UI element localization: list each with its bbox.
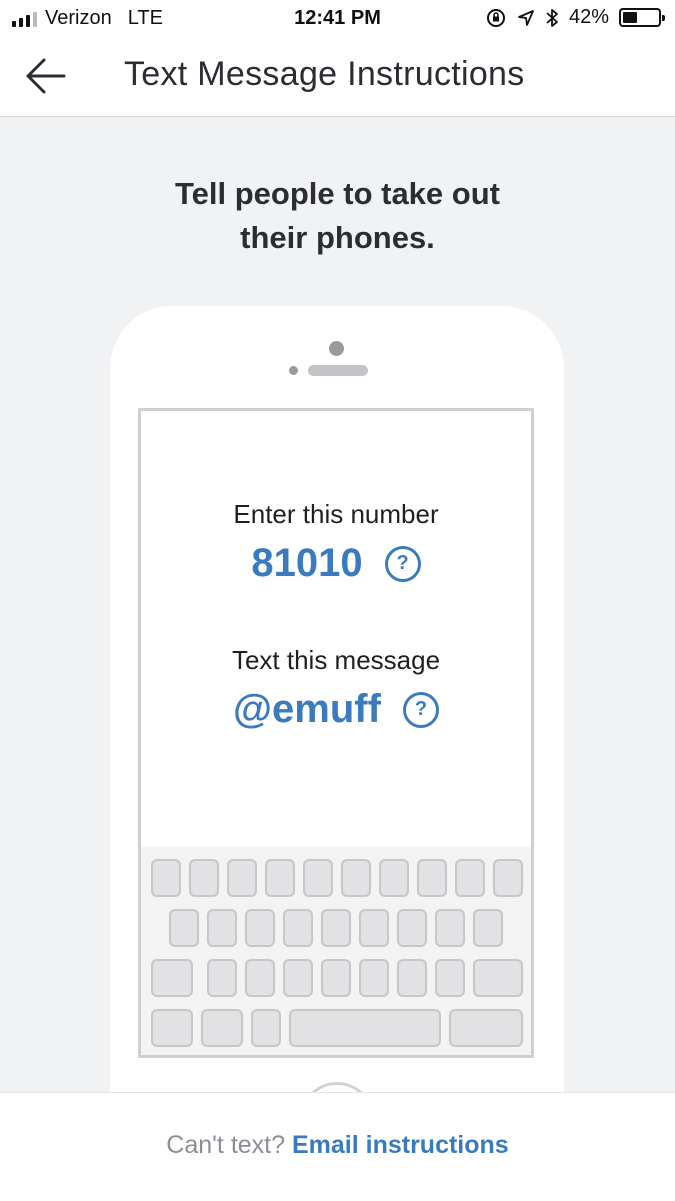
keyboard-key xyxy=(435,909,465,947)
phone-illustration: Enter this number 81010 ? Text this mess… xyxy=(110,306,564,1156)
phone-camera xyxy=(329,341,344,356)
number-label: Enter this number xyxy=(233,499,439,529)
footer-text: Can't text? Email instructions xyxy=(0,1131,675,1160)
keyboard-key xyxy=(473,959,523,997)
nav-header: Text Message Instructions xyxy=(0,38,675,117)
keyboard-key xyxy=(283,909,313,947)
message-row: @emuff ? xyxy=(141,687,531,732)
page-title: Text Message Instructions xyxy=(124,55,525,93)
phone-speaker xyxy=(308,365,368,376)
rotation-lock-icon xyxy=(486,8,505,27)
battery-tip xyxy=(662,15,665,21)
keyboard-key xyxy=(201,1009,243,1047)
keyboard-key xyxy=(455,859,485,897)
keyboard-key xyxy=(435,959,465,997)
battery-fill xyxy=(623,12,638,23)
battery-percent: 42% xyxy=(568,6,609,28)
number-row: 81010 ? xyxy=(141,541,531,586)
keyboard-key xyxy=(359,909,389,947)
number-help-icon[interactable]: ? xyxy=(384,545,421,582)
arrow-left-icon xyxy=(26,58,66,94)
keyboard-key xyxy=(189,859,219,897)
keyboard-key xyxy=(151,1009,193,1047)
headline-line-2: their phones. xyxy=(240,220,435,255)
keyboard-key xyxy=(321,909,351,947)
keyboard-key xyxy=(265,859,295,897)
keyboard-key xyxy=(207,959,237,997)
keyboard-key xyxy=(245,909,275,947)
instruction-headline: Tell people to take out their phones. xyxy=(0,172,675,260)
keyboard-key xyxy=(473,909,503,947)
back-button[interactable] xyxy=(20,52,72,100)
headline-line-1: Tell people to take out xyxy=(175,176,500,211)
keyboard-key xyxy=(169,909,199,947)
keyboard-spacebar xyxy=(289,1009,441,1047)
location-arrow-icon xyxy=(518,9,534,26)
keyboard-key xyxy=(245,959,275,997)
keyboard-key xyxy=(397,959,427,997)
bluetooth-icon xyxy=(546,8,558,27)
phone-sensor xyxy=(289,366,298,375)
message-help-icon[interactable]: ? xyxy=(402,691,439,728)
keyboard-key xyxy=(321,959,351,997)
keyboard-key xyxy=(341,859,371,897)
message-label: Text this message xyxy=(231,645,441,675)
keyboard-key xyxy=(303,859,333,897)
cant-text-prompt: Can't text? xyxy=(166,1131,286,1159)
keyboard-key xyxy=(283,959,313,997)
battery-icon xyxy=(619,8,665,27)
email-instructions-link[interactable]: Email instructions xyxy=(292,1131,509,1159)
keyboard-key xyxy=(227,859,257,897)
phone-screen: Enter this number 81010 ? Text this mess… xyxy=(138,408,534,1058)
keyboard-key xyxy=(493,859,523,897)
short-code-number: 81010 xyxy=(251,541,363,585)
keyboard-key xyxy=(397,909,427,947)
keyboard-key xyxy=(207,909,237,947)
keyboard-key xyxy=(151,959,193,997)
keyboard-illustration xyxy=(141,847,531,1055)
keyboard-key xyxy=(379,859,409,897)
keyboard-key xyxy=(417,859,447,897)
status-right: 42% xyxy=(485,6,665,29)
footer-bar: Can't text? Email instructions xyxy=(0,1092,675,1201)
keyboard-key xyxy=(251,1009,281,1047)
message-code: @emuff xyxy=(233,687,381,731)
status-bar: Verizon LTE 12:41 PM 42% xyxy=(0,0,675,38)
keyboard-key xyxy=(449,1009,523,1047)
keyboard-key xyxy=(151,859,181,897)
keyboard-key xyxy=(359,959,389,997)
